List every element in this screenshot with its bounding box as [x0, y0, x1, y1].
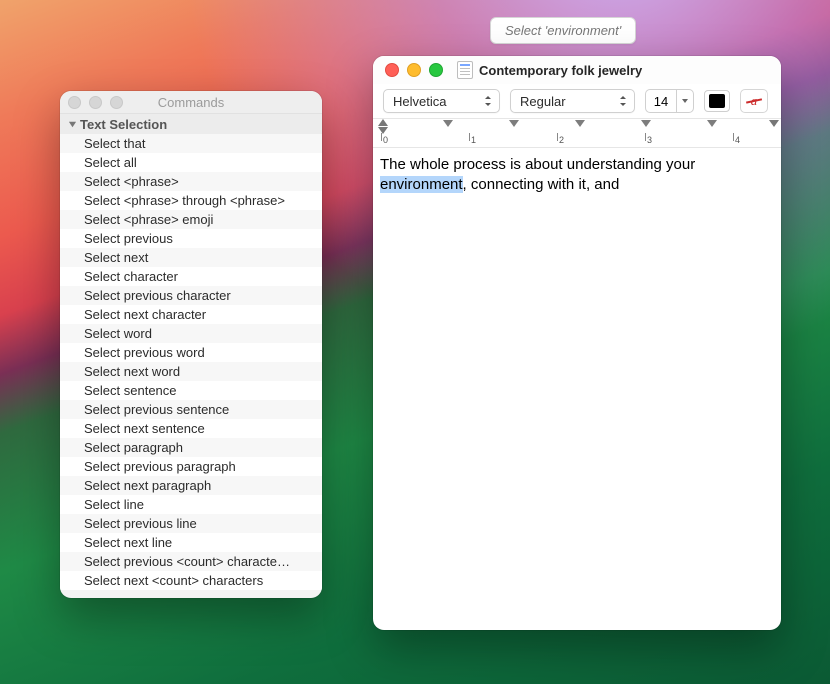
command-item[interactable]: Select line: [60, 495, 322, 514]
document-icon: [457, 61, 473, 79]
command-item[interactable]: Select character: [60, 267, 322, 286]
tab-stop-marker[interactable]: [443, 120, 453, 127]
right-indent-marker[interactable]: [769, 120, 779, 127]
traffic-lights-inactive: [68, 96, 123, 109]
ruler-tick-label: 0: [383, 135, 388, 145]
tab-stop-marker[interactable]: [641, 120, 651, 127]
updown-arrows-icon: [618, 95, 628, 107]
document-text-selected: environment: [380, 176, 463, 193]
command-item[interactable]: Select <phrase> emoji: [60, 210, 322, 229]
command-item[interactable]: Select next <count> characters: [60, 571, 322, 590]
color-swatch-icon: [709, 94, 725, 108]
tab-stop-marker[interactable]: [575, 120, 585, 127]
command-item[interactable]: Select previous paragraph: [60, 457, 322, 476]
font-size-value: 14: [654, 94, 668, 109]
command-item[interactable]: Select next word: [60, 362, 322, 381]
command-item[interactable]: Select next character: [60, 305, 322, 324]
command-item[interactable]: Select that: [60, 134, 322, 153]
text-style-button[interactable]: a: [740, 89, 768, 113]
zoom-icon[interactable]: [110, 96, 123, 109]
voice-command-tooltip: Select 'environment': [490, 17, 636, 44]
ruler-tick-label: 2: [559, 135, 564, 145]
command-item[interactable]: Select word: [60, 324, 322, 343]
ruler-tick-label: 3: [647, 135, 652, 145]
command-item[interactable]: Select next paragraph: [60, 476, 322, 495]
commands-list: Select thatSelect allSelect <phrase>Sele…: [60, 134, 322, 590]
ruler-tick: [469, 133, 470, 141]
zoom-icon[interactable]: [429, 63, 443, 77]
close-icon[interactable]: [68, 96, 81, 109]
ruler-tick: [733, 133, 734, 141]
editor-toolbar: Helvetica Regular 14: [373, 84, 781, 118]
ruler-tick: [381, 133, 382, 141]
command-item[interactable]: Select next line: [60, 533, 322, 552]
commands-titlebar[interactable]: Commands: [60, 91, 322, 114]
editor-window-title: Contemporary folk jewelry: [479, 63, 642, 78]
minimize-icon[interactable]: [89, 96, 102, 109]
commands-window: Commands Text Selection Select thatSelec…: [60, 91, 322, 598]
document-body[interactable]: The whole process is about understanding…: [373, 148, 781, 201]
command-item[interactable]: Select previous sentence: [60, 400, 322, 419]
editor-titlebar[interactable]: Contemporary folk jewelry: [373, 56, 781, 84]
ruler-tick-label: 1: [471, 135, 476, 145]
tab-stop-marker[interactable]: [707, 120, 717, 127]
ruler[interactable]: 0 1 2 3 4: [373, 118, 781, 148]
command-item[interactable]: Select previous character: [60, 286, 322, 305]
font-style-value: Regular: [520, 94, 566, 109]
editor-window: Contemporary folk jewelry Helvetica Regu…: [373, 56, 781, 630]
tab-stop-marker[interactable]: [509, 120, 519, 127]
traffic-lights-active: [385, 63, 443, 77]
close-icon[interactable]: [385, 63, 399, 77]
font-family-select[interactable]: Helvetica: [383, 89, 500, 113]
commands-section-label: Text Selection: [80, 117, 167, 132]
command-item[interactable]: Select paragraph: [60, 438, 322, 457]
commands-section-header[interactable]: Text Selection: [60, 114, 322, 134]
command-item[interactable]: Select previous <count> characte…: [60, 552, 322, 571]
text-color-button[interactable]: [704, 90, 730, 112]
command-item[interactable]: Select previous line: [60, 514, 322, 533]
desktop-background: Select 'environment' Commands Text Selec…: [0, 0, 830, 684]
document-text-before: The whole process is about understanding…: [380, 156, 695, 173]
command-item[interactable]: Select next: [60, 248, 322, 267]
font-size-input[interactable]: 14: [645, 89, 676, 113]
ruler-tick: [557, 133, 558, 141]
ruler-tick-label: 4: [735, 135, 740, 145]
updown-arrows-icon: [483, 95, 493, 107]
font-size-group: 14: [645, 89, 694, 113]
font-size-stepper[interactable]: [676, 89, 694, 113]
command-item[interactable]: Select sentence: [60, 381, 322, 400]
command-item[interactable]: Select previous word: [60, 343, 322, 362]
command-item[interactable]: Select next sentence: [60, 419, 322, 438]
command-item[interactable]: Select all: [60, 153, 322, 172]
command-item[interactable]: Select <phrase> through <phrase>: [60, 191, 322, 210]
voice-command-tooltip-text: Select 'environment': [505, 23, 621, 38]
ruler-tick: [645, 133, 646, 141]
document-text-after: , connecting with it, and: [463, 176, 620, 193]
font-family-value: Helvetica: [393, 94, 446, 109]
font-style-select[interactable]: Regular: [510, 89, 635, 113]
command-item[interactable]: Select <phrase>: [60, 172, 322, 191]
first-line-indent-marker[interactable]: [378, 119, 388, 126]
minimize-icon[interactable]: [407, 63, 421, 77]
command-item[interactable]: Select previous: [60, 229, 322, 248]
chevron-down-icon: [66, 117, 78, 132]
